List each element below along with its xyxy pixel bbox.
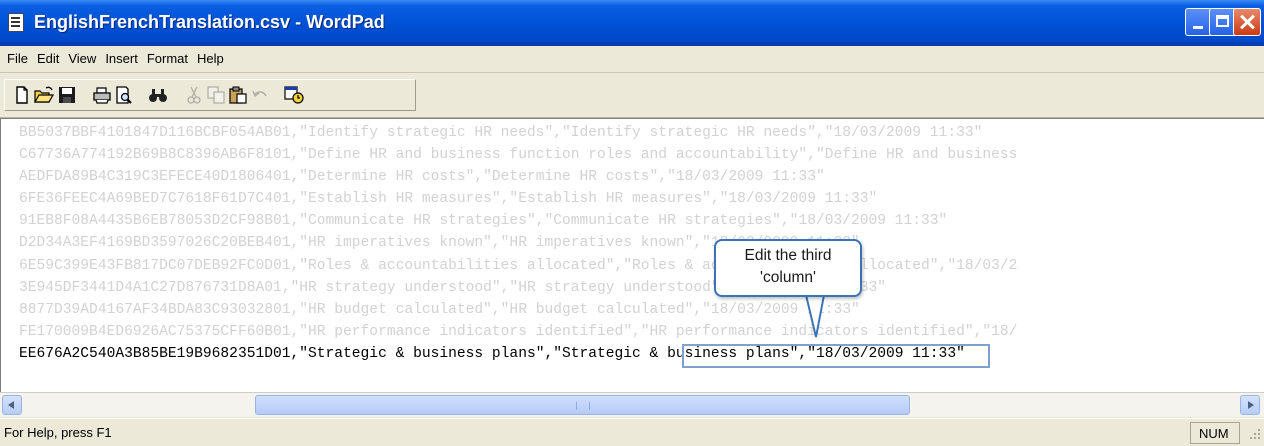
scroll-thumb[interactable] <box>255 395 910 415</box>
scroll-grip-icon <box>576 402 590 410</box>
menu-format[interactable]: Format <box>142 46 192 66</box>
annotation-callout: Edit the third 'column' <box>714 239 862 297</box>
status-bar: For Help, press F1 NUM <box>0 418 1264 446</box>
callout-line-2: 'column' <box>760 269 816 286</box>
cut-icon[interactable] <box>184 86 204 104</box>
horizontal-scrollbar[interactable] <box>0 392 1264 417</box>
menu-help[interactable]: Help <box>192 46 228 66</box>
print-preview-icon[interactable] <box>114 86 134 104</box>
close-button[interactable] <box>1233 8 1261 36</box>
scroll-right-button[interactable] <box>1240 395 1260 415</box>
callout-pointer <box>804 292 826 338</box>
wordpad-window: EnglishFrenchTranslation.csv - WordPad F… <box>0 0 1264 446</box>
undo-icon[interactable] <box>250 86 270 104</box>
menu-insert[interactable]: Insert <box>100 46 142 66</box>
menu-edit[interactable]: Edit <box>32 46 63 66</box>
scroll-left-button[interactable] <box>2 395 22 415</box>
toolbar <box>0 73 1264 118</box>
callout-line-1: Edit the third <box>744 247 832 264</box>
copy-icon[interactable] <box>206 86 226 104</box>
menu-file[interactable]: File <box>2 46 32 66</box>
window-title: EnglishFrenchTranslation.csv - WordPad <box>34 12 385 32</box>
save-icon[interactable] <box>57 86 77 104</box>
resize-grip-icon[interactable] <box>1244 425 1262 443</box>
menu-view[interactable]: View <box>63 46 100 66</box>
title-bar[interactable]: EnglishFrenchTranslation.csv - WordPad <box>0 0 1264 46</box>
find-icon[interactable] <box>148 86 168 104</box>
num-lock-indicator: NUM <box>1199 426 1229 441</box>
document-area[interactable]: BB5037BBF4101847D116BCBF054AB01,"Identif… <box>0 118 1264 393</box>
open-icon[interactable] <box>33 86 55 104</box>
wordpad-document-icon[interactable] <box>8 13 24 32</box>
print-icon[interactable] <box>92 86 112 104</box>
date-time-icon[interactable] <box>284 86 304 104</box>
menu-bar: File Edit View Insert Format Help <box>0 46 1264 73</box>
new-icon[interactable] <box>12 86 32 104</box>
paste-icon[interactable] <box>228 86 248 104</box>
num-lock-panel: NUM <box>1190 422 1240 444</box>
status-help-text: For Help, press F1 <box>4 425 112 440</box>
